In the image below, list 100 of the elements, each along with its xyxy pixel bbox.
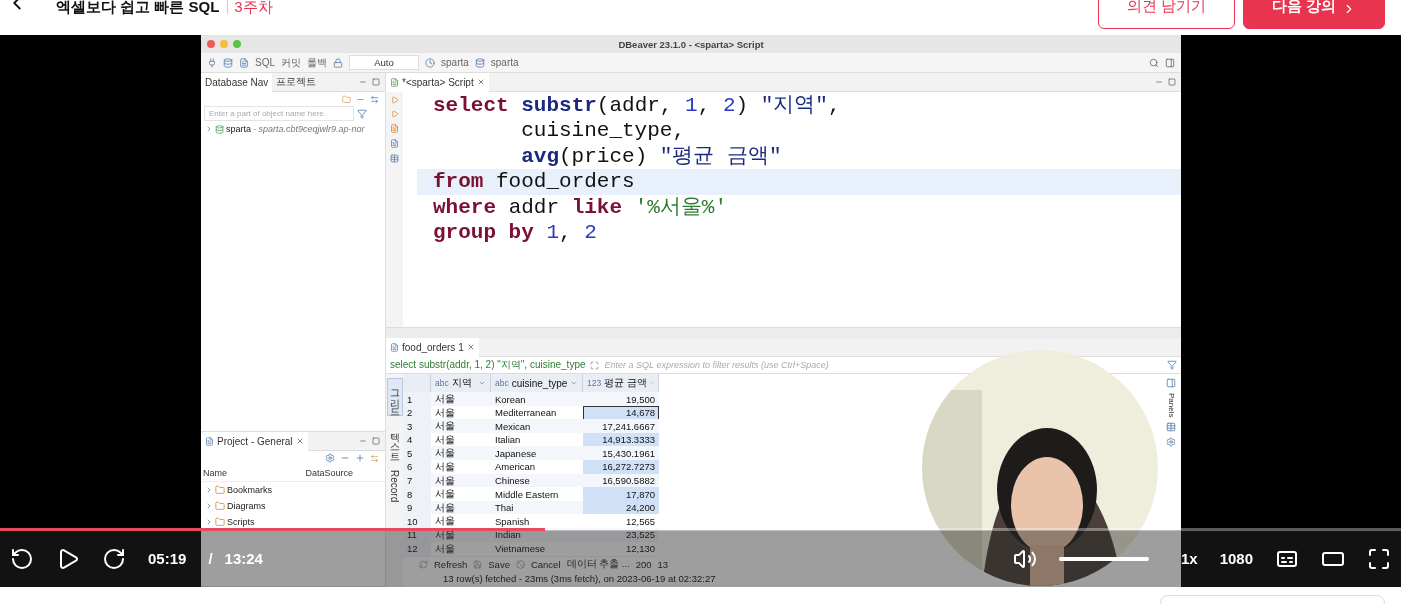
settings-icon[interactable]: [325, 453, 335, 463]
forward-icon[interactable]: [102, 546, 126, 571]
column-header[interactable]: 123 평균 금액: [583, 374, 659, 392]
elapsed-time: 05:19: [148, 550, 187, 567]
expand-icon[interactable]: [205, 486, 213, 494]
tree-item[interactable]: Bookmarks: [227, 485, 272, 495]
type-tag: abc: [495, 378, 509, 388]
quality-button[interactable]: 1080: [1219, 550, 1253, 567]
view-tab[interactable]: 텍스트: [386, 422, 403, 460]
close-dot[interactable]: [207, 40, 215, 48]
schema-selector[interactable]: sparta: [490, 57, 519, 68]
datasource-selector[interactable]: sparta: [441, 57, 469, 68]
expand-icon[interactable]: [205, 125, 213, 133]
cancel-button[interactable]: Cancel: [530, 559, 561, 570]
maximize-icon[interactable]: [372, 437, 380, 445]
folder-icon[interactable]: [342, 94, 351, 104]
plug-icon[interactable]: [207, 57, 217, 68]
speed-button[interactable]: 1x: [1180, 550, 1198, 567]
folder-icon[interactable]: [215, 501, 225, 511]
feedback-button[interactable]: 의견 남기기: [1097, 0, 1235, 29]
rewind-icon[interactable]: [10, 546, 34, 571]
folder-icon[interactable]: [215, 485, 225, 495]
tree-item[interactable]: Diagrams: [227, 501, 266, 511]
sort-caret-icon[interactable]: [570, 379, 578, 387]
save-button[interactable]: Save: [488, 559, 510, 570]
expand-icon[interactable]: [589, 360, 599, 370]
code-line: where addr like '%서울%': [432, 194, 729, 220]
filter-icon[interactable]: [1167, 360, 1177, 370]
export-button[interactable]: 데이터 추출 ...: [566, 558, 630, 571]
panel-tab[interactable]: Project - General: [201, 431, 308, 451]
tree-item[interactable]: sparta: [226, 124, 251, 134]
minimize-icon[interactable]: [1155, 78, 1163, 86]
row-count: 13: [657, 559, 669, 570]
transaction-mode-field[interactable]: Auto: [349, 55, 419, 70]
run-icon[interactable]: [390, 96, 399, 104]
code-line: group by 1, 2: [432, 219, 598, 246]
query-text: select substr(addr, 1, 2) "지역", cuisine_type: [390, 358, 586, 372]
commit-button[interactable]: 커밋: [281, 55, 301, 70]
panels-tab[interactable]: Panels: [1166, 393, 1176, 418]
expand-icon[interactable]: [205, 518, 213, 526]
close-icon[interactable]: [476, 78, 485, 86]
expand-icon[interactable]: [205, 502, 213, 510]
code-line: select substr(addr, 1, 2) "지역",: [432, 93, 842, 119]
zoom-dot[interactable]: [233, 40, 241, 48]
chapter-label: 3주차: [227, 0, 273, 14]
refresh-button[interactable]: Refresh: [434, 559, 468, 570]
sort-caret-icon[interactable]: [478, 379, 486, 387]
maximize-icon[interactable]: [372, 78, 380, 86]
panel-tab[interactable]: 프로젝트: [272, 72, 321, 92]
editor-tab[interactable]: *<sparta> Script: [386, 72, 489, 92]
column-header: DataSource: [305, 468, 355, 478]
connection-detail: - sparta.cbt9ceqjwlr9.ap-nor: [253, 124, 365, 134]
code-line: cuisine_type,: [520, 118, 687, 144]
next-lesson-button[interactable]: 다음 강의: [1242, 0, 1385, 29]
time-separator: /: [208, 550, 213, 567]
refresh-icon[interactable]: [419, 560, 428, 569]
clock-icon[interactable]: [425, 57, 435, 68]
layout-icon[interactable]: [1165, 57, 1175, 68]
fullscreen-icon[interactable]: [1367, 546, 1391, 571]
lock-icon[interactable]: [333, 57, 343, 68]
settings-icon[interactable]: [1166, 437, 1176, 448]
sql-menu[interactable]: SQL: [255, 57, 275, 68]
fetch-size-field[interactable]: 200: [635, 559, 652, 570]
connection-icon[interactable]: [215, 124, 224, 134]
folder-icon[interactable]: [215, 517, 225, 527]
close-icon[interactable]: [295, 437, 304, 445]
search-icon[interactable]: [1149, 57, 1159, 68]
cancel-icon[interactable]: [515, 560, 525, 569]
course-title: 엑셀보다 쉽고 빠른 SQL: [56, 0, 220, 14]
volume-fill[interactable]: [1058, 556, 1149, 561]
view-tab[interactable]: 그리드: [386, 378, 403, 416]
minimize-dot[interactable]: [220, 40, 228, 48]
database-icon[interactable]: [223, 57, 233, 68]
panels-icon[interactable]: [1166, 378, 1176, 388]
object-filter-field[interactable]: Enter a part of object name here: [204, 106, 354, 121]
script-icon[interactable]: [239, 57, 249, 68]
results-tab[interactable]: food_orders 1: [386, 337, 479, 357]
run-script-icon[interactable]: [390, 110, 399, 118]
duration: 13:24: [224, 550, 263, 567]
type-tag: 123: [587, 378, 602, 388]
minimize-icon[interactable]: [359, 78, 367, 86]
script-icon: [390, 77, 399, 87]
column-header[interactable]: abc cuisine_type: [491, 374, 583, 392]
tree-item[interactable]: Scripts: [227, 517, 255, 527]
database-icon[interactable]: [474, 57, 485, 68]
column-header[interactable]: abc 지역: [431, 374, 491, 392]
save-icon[interactable]: [473, 560, 483, 569]
code-line: avg(price) "평균 금액": [520, 143, 783, 170]
minimize-icon[interactable]: [359, 437, 367, 445]
maximize-icon[interactable]: [1168, 78, 1176, 86]
rollback-button[interactable]: 롤백: [307, 55, 327, 70]
grid-icon[interactable]: [1166, 422, 1176, 433]
plus-icon[interactable]: [355, 453, 365, 463]
filter-icon[interactable]: [357, 108, 367, 119]
column-header: Name: [203, 468, 228, 478]
status-text: 13 row(s) fetched - 23ms (3ms fetch), on 2023-06-19 at 02:32:27: [442, 573, 717, 586]
window-title: DBeaver 23.1.0 - <sparta> Script: [617, 38, 765, 50]
type-tag: abc: [435, 378, 449, 388]
view-tab[interactable]: Record: [388, 466, 401, 507]
close-icon[interactable]: [466, 343, 475, 351]
